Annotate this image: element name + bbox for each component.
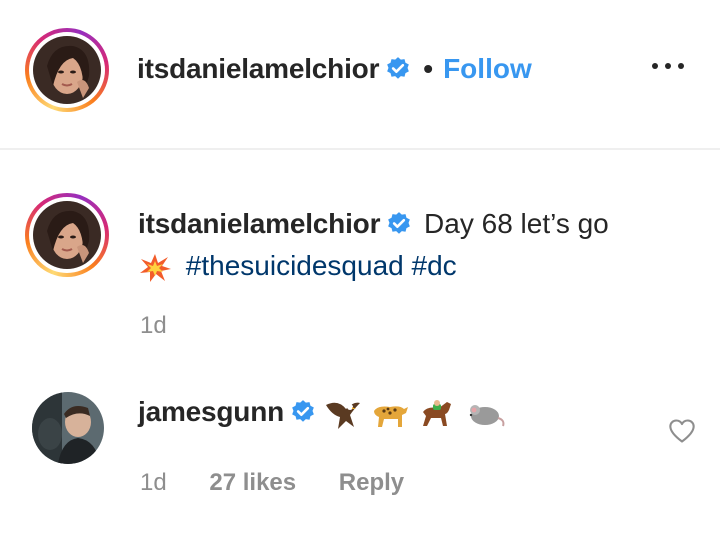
- caption-timestamp[interactable]: 1d: [140, 312, 167, 340]
- hashtag-dc[interactable]: #dc: [412, 250, 457, 281]
- avatar: [33, 36, 101, 104]
- caption-body: itsdanielamelchior Day 68 let’s go #thes…: [138, 203, 698, 287]
- caption-text: Day 68 let’s go: [424, 208, 609, 239]
- more-options-icon[interactable]: [652, 56, 688, 76]
- leopard-emoji-icon: [373, 405, 408, 427]
- comment-avatar[interactable]: [32, 392, 104, 464]
- verified-badge-icon: [388, 212, 411, 234]
- collision-emoji-icon: [140, 253, 171, 282]
- reply-button[interactable]: Reply: [339, 469, 404, 496]
- comment-timestamp[interactable]: 1d: [140, 469, 167, 496]
- verified-badge-icon: [292, 400, 314, 422]
- comment-likes[interactable]: 27 likes: [209, 469, 296, 496]
- caption-avatar: [33, 201, 101, 269]
- rat-emoji-icon: [469, 404, 505, 426]
- caption-avatar-story-ring[interactable]: [25, 193, 109, 277]
- comment-actions: 1d 27 likes Reply: [140, 469, 404, 497]
- eagle-emoji-icon: [325, 402, 360, 429]
- heart-outline-icon[interactable]: [668, 418, 696, 444]
- comment-body: jamesgunn: [138, 391, 505, 433]
- header-username[interactable]: itsdanielamelchior: [137, 53, 379, 84]
- header-divider: [0, 148, 720, 150]
- verified-badge-icon: [387, 57, 410, 79]
- separator-dot: •: [423, 53, 434, 84]
- horse-racing-emoji-icon: [423, 399, 452, 426]
- post-header: itsdanielamelchior • Follow: [0, 0, 720, 148]
- comment-username[interactable]: jamesgunn: [138, 396, 284, 427]
- hashtag-thesuicidesquad[interactable]: #thesuicidesquad: [186, 250, 404, 281]
- avatar-story-ring[interactable]: [25, 28, 109, 112]
- follow-button[interactable]: Follow: [443, 53, 532, 84]
- caption-username[interactable]: itsdanielamelchior: [138, 208, 380, 239]
